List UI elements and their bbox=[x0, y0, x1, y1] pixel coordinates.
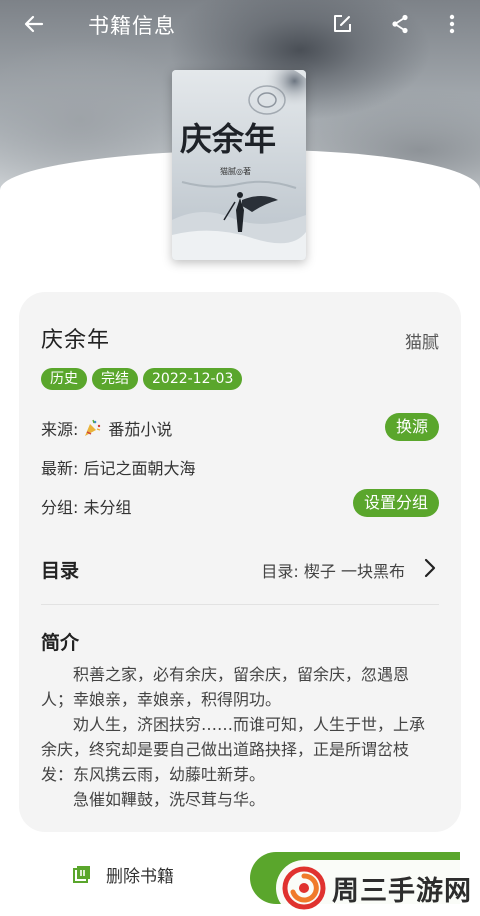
tag-list: 历史 完结 2022-12-03 bbox=[41, 368, 243, 390]
book-info-card: 庆余年 猫腻 历史 完结 2022-12-03 来源: 番茄小说 换源 最新: … bbox=[19, 292, 461, 832]
more-options-button[interactable] bbox=[434, 6, 470, 42]
delete-book-icon bbox=[73, 865, 90, 883]
watermark-text: 周三手游网 bbox=[332, 875, 472, 907]
chevron-right-icon[interactable] bbox=[417, 556, 441, 580]
top-app-bar: 书籍信息 bbox=[0, 0, 480, 48]
book-cover[interactable]: 庆余年 猫腻◎著 bbox=[172, 70, 306, 260]
source-name: 番茄小说 bbox=[108, 420, 173, 439]
intro-paragraph: 积善之家，必有余庆，留余庆，留余庆，忽遇恩人；幸娘亲，幸娘亲，积得阴功。 bbox=[41, 665, 410, 709]
cover-title-art: 庆余年 bbox=[180, 120, 276, 158]
source-row: 来源: 番茄小说 bbox=[41, 416, 172, 440]
source-label: 来源: bbox=[41, 420, 79, 439]
change-source-button[interactable]: 换源 bbox=[384, 413, 439, 441]
book-author[interactable]: 猫腻 bbox=[405, 328, 439, 353]
group-label: 分组: 未分组 bbox=[41, 498, 132, 517]
tag-category: 历史 bbox=[41, 368, 87, 390]
watermark: 周三手游网 bbox=[276, 860, 480, 916]
party-popper-icon bbox=[85, 419, 101, 436]
intro-paragraph: 劝人生，济困扶穷……而谁可知，人生于世，上承余庆，终究却是要自己做出道路抉择，正… bbox=[41, 715, 426, 784]
edit-button[interactable] bbox=[324, 6, 360, 42]
cover-artwork: 庆余年 猫腻◎著 bbox=[172, 70, 306, 260]
watermark-logo-icon bbox=[282, 866, 326, 910]
cover-author-mark: 猫腻◎著 bbox=[220, 166, 251, 176]
latest-chapter: 最新: 后记之面朝大海 bbox=[41, 459, 196, 478]
tag-date: 2022-12-03 bbox=[143, 368, 243, 390]
book-title: 庆余年 bbox=[41, 328, 111, 353]
page-title: 书籍信息 bbox=[88, 14, 176, 38]
delete-book-label: 删除书籍 bbox=[106, 867, 174, 887]
divider bbox=[41, 604, 439, 605]
intro-text: 积善之家，必有余庆，留余庆，留余庆，忽遇恩人；幸娘亲，幸娘亲，积得阴功。 劝人生… bbox=[41, 662, 439, 812]
delete-book-button[interactable]: 删除书籍 bbox=[72, 862, 174, 887]
edit-icon bbox=[334, 15, 351, 32]
toc-current-chapter[interactable]: 目录: 楔子 一块黑布 bbox=[261, 558, 405, 582]
intro-paragraph: 急催如鞸鼓，洗尽茸与华。 bbox=[73, 790, 266, 809]
share-icon bbox=[392, 14, 408, 34]
set-group-button[interactable]: 设置分组 bbox=[352, 489, 439, 517]
back-button[interactable] bbox=[16, 6, 52, 42]
intro-heading: 简介 bbox=[41, 632, 80, 654]
more-vertical-icon bbox=[449, 14, 455, 34]
arrow-left-icon bbox=[24, 15, 44, 33]
toc-heading[interactable]: 目录 bbox=[41, 556, 79, 583]
share-button[interactable] bbox=[382, 6, 418, 42]
tag-status: 完结 bbox=[92, 368, 138, 390]
